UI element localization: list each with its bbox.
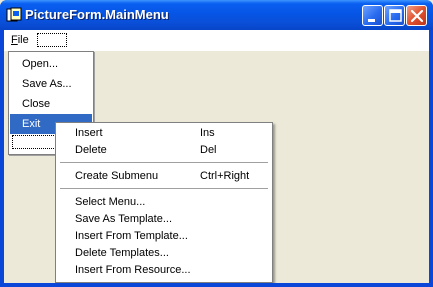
maximize-button[interactable] — [384, 5, 405, 26]
context-item-label: Save As Template... — [75, 213, 173, 225]
window-bottom-border — [0, 283, 433, 287]
menu-new-item-placeholder[interactable] — [37, 33, 67, 47]
minimize-button[interactable] — [362, 5, 383, 26]
context-item-shortcut: Del — [200, 144, 217, 156]
context-item-label: Insert From Resource... — [75, 264, 191, 276]
context-item-delete-templates[interactable]: Delete Templates... — [58, 245, 270, 262]
menu-file[interactable]: File — [11, 34, 29, 46]
context-item-insert-from-template[interactable]: Insert From Template... — [58, 228, 270, 245]
context-item-label: Create Submenu — [75, 170, 159, 182]
menu-bar: File — [4, 30, 429, 51]
context-item-label: Insert — [75, 127, 103, 139]
menu-separator — [60, 188, 268, 189]
app-icon — [6, 7, 22, 22]
context-item-insert[interactable]: Insert Ins — [58, 125, 270, 142]
context-item-shortcut: Ctrl+Right — [200, 170, 250, 182]
context-item-delete[interactable]: Delete Del — [58, 142, 270, 159]
context-item-label: Delete Templates... — [75, 247, 169, 259]
window: PictureForm.MainMenu File Open... Save A… — [0, 0, 433, 287]
context-item-create-submenu[interactable]: Create Submenu Ctrl+Right — [58, 168, 270, 185]
window-title: PictureForm.MainMenu — [25, 7, 169, 22]
file-menu-item-open[interactable]: Open... — [10, 54, 92, 74]
context-item-label: Insert From Template... — [75, 230, 188, 242]
context-item-shortcut: Ins — [200, 127, 215, 139]
close-icon — [410, 9, 424, 23]
context-menu: Insert Ins Delete Del Create Submenu Ctr… — [55, 122, 273, 283]
menu-file-label: ile — [17, 34, 29, 46]
context-item-save-as-template[interactable]: Save As Template... — [58, 211, 270, 228]
minimize-icon — [368, 19, 375, 22]
menu-separator — [60, 162, 268, 163]
close-button[interactable] — [406, 5, 427, 26]
file-menu-item-close[interactable]: Close — [10, 94, 92, 114]
context-item-select-menu[interactable]: Select Menu... — [58, 194, 270, 211]
context-item-label: Select Menu... — [75, 196, 146, 208]
menu-file-mnemonic: F — [11, 34, 18, 46]
file-menu-item-save-as[interactable]: Save As... — [10, 74, 92, 94]
title-bar[interactable]: PictureForm.MainMenu — [0, 0, 433, 30]
maximize-icon — [389, 9, 402, 22]
context-item-label: Delete — [75, 144, 107, 156]
context-item-insert-from-resource[interactable]: Insert From Resource... — [58, 262, 270, 279]
